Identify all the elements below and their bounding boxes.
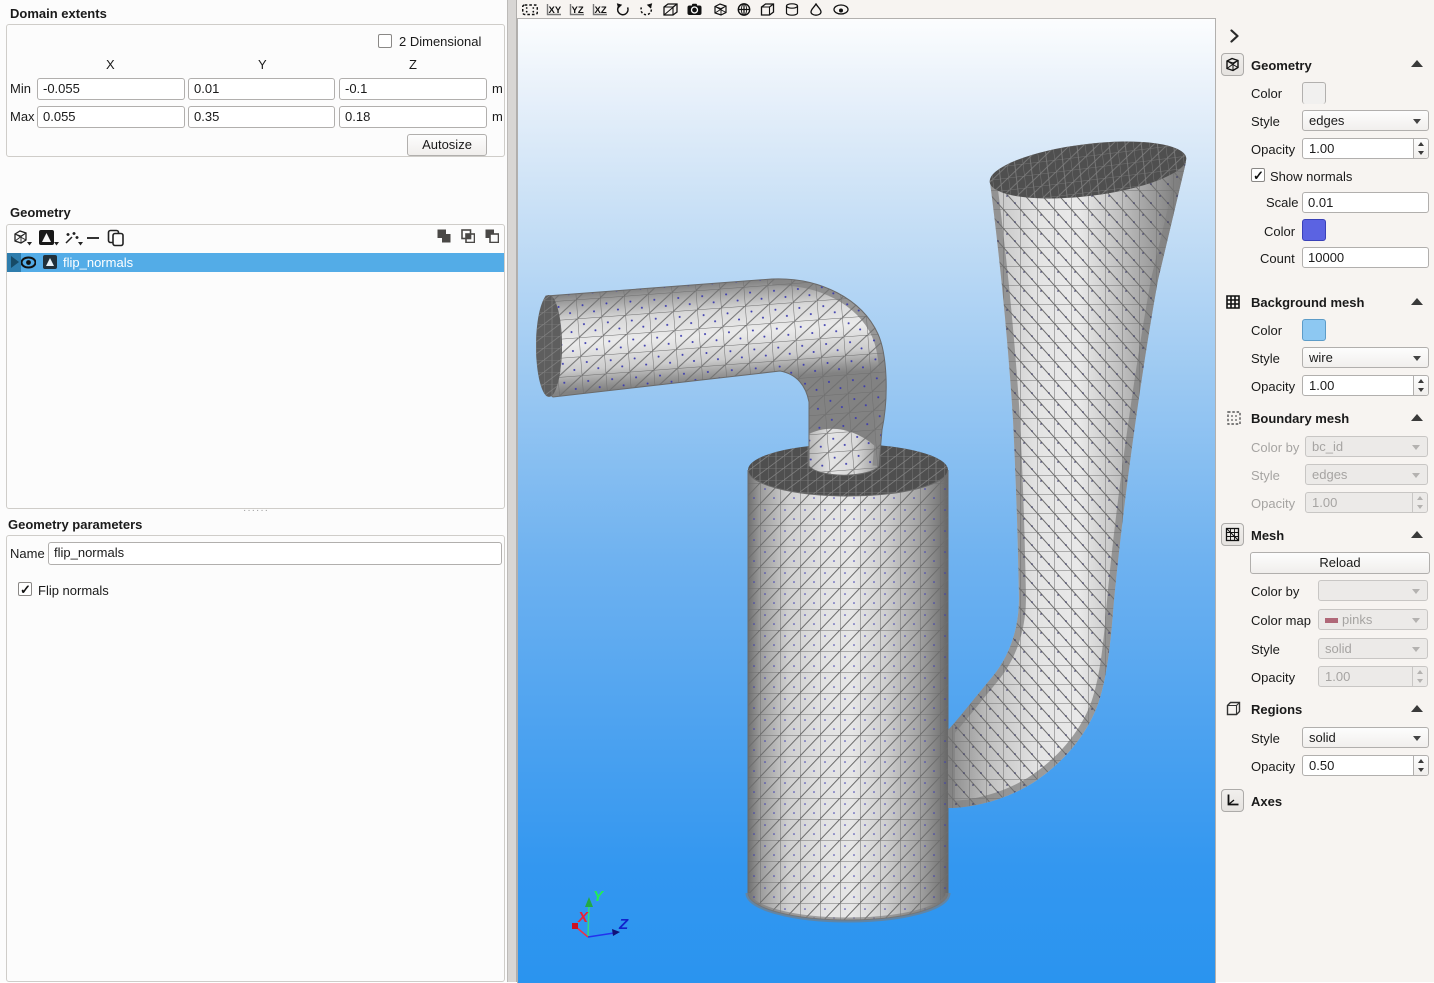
svg-text:Y: Y bbox=[593, 888, 605, 905]
svg-text:X: X bbox=[577, 909, 589, 926]
svg-text:XZ: XZ bbox=[595, 5, 607, 16]
svg-text:XY: XY bbox=[549, 5, 562, 16]
svg-text:Z: Z bbox=[618, 916, 629, 933]
svg-text:YZ: YZ bbox=[572, 5, 584, 16]
